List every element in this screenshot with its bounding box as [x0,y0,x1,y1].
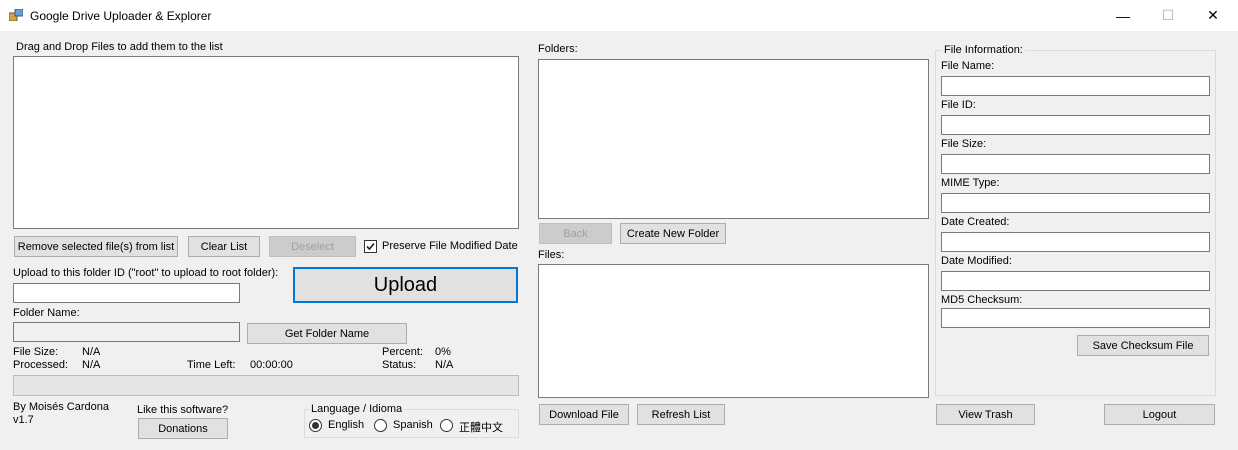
get-folder-name-button[interactable]: Get Folder Name [247,323,407,344]
mime-type-label: MIME Type: [941,177,1000,189]
upload-folder-id-label: Upload to this folder ID ("root" to uplo… [13,267,279,279]
file-size-field[interactable] [941,154,1210,174]
file-size-info-label: File Size: [941,138,987,150]
language-option-chinese: 正體中文 [459,422,503,434]
language-radio-english[interactable] [309,419,322,432]
minimize-icon: — [1116,7,1130,24]
checkmark-icon [366,242,375,251]
status-value: N/A [435,359,454,371]
language-option-spanish: Spanish [393,419,433,431]
upload-file-list[interactable] [13,56,519,229]
drop-files-label: Drag and Drop Files to add them to the l… [16,41,223,53]
remove-selected-button[interactable]: Remove selected file(s) from list [14,236,178,257]
file-name-field[interactable] [941,76,1210,96]
time-left-value: 00:00:00 [250,359,293,371]
time-left-label: Time Left: [187,359,236,371]
language-radio-spanish[interactable] [374,419,387,432]
preserve-date-label: Preserve File Modified Date [382,240,518,252]
save-checksum-button[interactable]: Save Checksum File [1077,335,1209,356]
md5-checksum-field[interactable] [941,308,1210,328]
preserve-date-checkbox[interactable] [364,240,377,253]
file-id-field[interactable] [941,115,1210,135]
percent-label: Percent: [382,346,423,358]
folders-list[interactable] [538,59,929,219]
folder-name-input[interactable] [13,322,240,342]
logout-button[interactable]: Logout [1104,404,1215,425]
file-name-label: File Name: [941,60,995,72]
file-information-title: File Information: [942,44,1025,56]
view-trash-button[interactable]: View Trash [936,404,1035,425]
folder-name-label: Folder Name: [13,307,80,319]
donations-button[interactable]: Donations [138,418,228,439]
title-bar: Google Drive Uploader & Explorer — ☐ ✕ [0,0,1238,31]
date-created-field[interactable] [941,232,1210,252]
close-button[interactable]: ✕ [1190,0,1236,31]
percent-value: 0% [435,346,451,358]
maximize-button[interactable]: ☐ [1145,0,1191,31]
file-size-value: N/A [82,346,101,358]
upload-progress-bar [13,375,519,396]
processed-value: N/A [82,359,101,371]
processed-label: Processed: [13,359,69,371]
version-label: v1.7 [13,414,34,426]
create-folder-button[interactable]: Create New Folder [620,223,726,244]
refresh-list-button[interactable]: Refresh List [637,404,725,425]
md5-checksum-label: MD5 Checksum: [941,294,1023,306]
file-id-label: File ID: [941,99,976,111]
date-modified-field[interactable] [941,271,1210,291]
mime-type-field[interactable] [941,193,1210,213]
app-icon [8,8,24,22]
like-software-label: Like this software? [137,404,229,416]
files-label: Files: [538,249,565,261]
file-size-label: File Size: [13,346,59,358]
upload-button[interactable]: Upload [293,267,518,303]
status-label: Status: [382,359,417,371]
clear-list-button[interactable]: Clear List [188,236,260,257]
folders-label: Folders: [538,43,578,55]
close-icon: ✕ [1207,7,1219,23]
date-created-label: Date Created: [941,216,1010,228]
download-file-button[interactable]: Download File [539,404,629,425]
minimize-button[interactable]: — [1100,0,1146,31]
back-button[interactable]: Back [539,223,612,244]
date-modified-label: Date Modified: [941,255,1012,267]
language-option-english: English [328,419,365,431]
radio-selected-dot [312,422,319,429]
deselect-button[interactable]: Deselect [269,236,356,257]
window-title: Google Drive Uploader & Explorer [30,9,212,23]
files-list[interactable] [538,264,929,398]
upload-folder-id-input[interactable] [13,283,240,303]
maximize-icon: ☐ [1161,7,1175,23]
language-group-title: Language / Idioma [309,403,405,415]
author-label: By Moisés Cardona [13,401,109,413]
language-radio-chinese[interactable] [440,419,453,432]
